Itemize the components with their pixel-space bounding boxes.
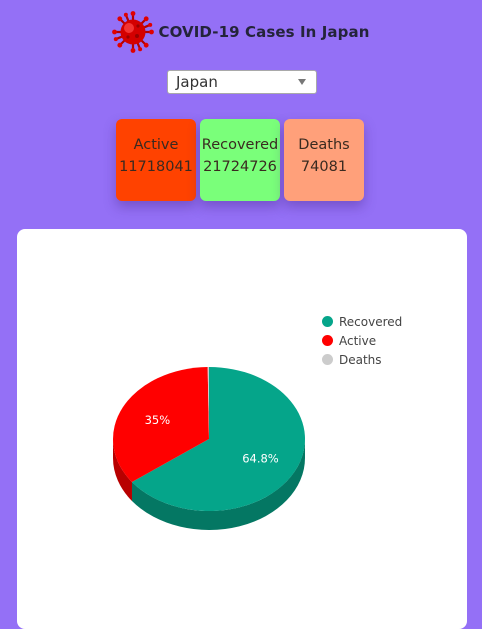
legend-swatch-deaths xyxy=(322,354,333,365)
country-select-value: Japan xyxy=(176,73,218,91)
active-card: Active 11718041 xyxy=(116,119,196,201)
legend-label-recovered: Recovered xyxy=(339,314,403,329)
deaths-card: Deaths 74081 xyxy=(284,119,364,201)
country-select[interactable]: Japan xyxy=(167,70,317,94)
recovered-card: Recovered 21724726 xyxy=(200,119,280,201)
legend-swatch-recovered xyxy=(322,316,333,327)
chart-legend: Recovered Active Deaths xyxy=(322,312,402,369)
chart-panel: 64.8% 35% Recovered Active Deaths xyxy=(17,229,467,629)
deaths-label: Deaths xyxy=(298,137,350,153)
page-title: COVID-19 Cases In Japan xyxy=(158,23,370,41)
legend-item-active[interactable]: Active xyxy=(322,331,402,350)
recovered-value: 21724726 xyxy=(203,159,277,175)
data-label-active: 35% xyxy=(145,413,171,427)
legend-item-recovered[interactable]: Recovered xyxy=(322,312,402,331)
active-value: 11718041 xyxy=(119,159,193,175)
data-label-recovered: 64.8% xyxy=(242,451,279,465)
active-label: Active xyxy=(133,137,179,153)
chevron-down-icon[interactable] xyxy=(298,79,306,85)
deaths-value: 74081 xyxy=(300,159,348,175)
legend-label-active: Active xyxy=(339,333,377,348)
legend-item-deaths[interactable]: Deaths xyxy=(322,350,402,369)
legend-swatch-active xyxy=(322,335,333,346)
page-header: COVID-19 Cases In Japan xyxy=(0,10,482,54)
recovered-label: Recovered xyxy=(201,137,279,153)
legend-label-deaths: Deaths xyxy=(339,352,382,367)
pie-chart: 64.8% 35% xyxy=(113,367,305,530)
virus-icon xyxy=(112,11,155,53)
